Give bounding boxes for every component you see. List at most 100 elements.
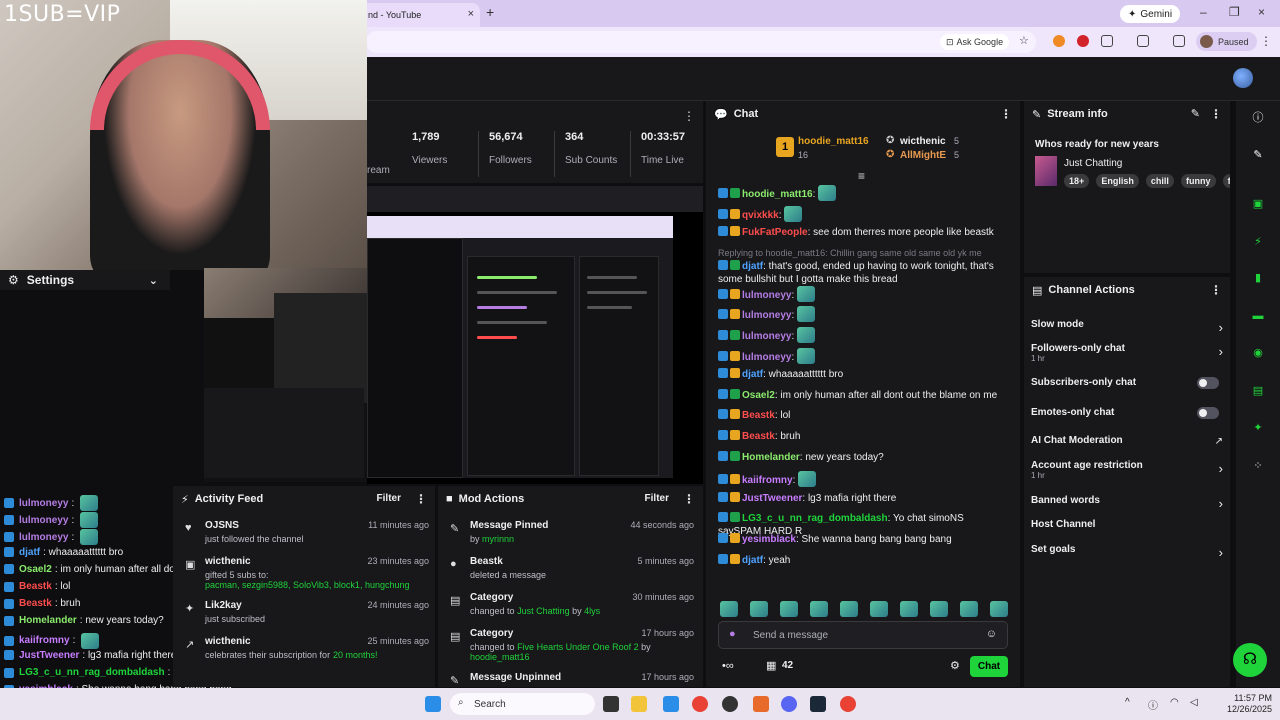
emote-icon[interactable] (750, 601, 768, 617)
close-tab-icon[interactable]: × (468, 8, 474, 20)
app-icon[interactable] (753, 696, 769, 712)
task-view-icon[interactable] (603, 696, 619, 712)
gemini-button[interactable]: ✦ Gemini (1120, 5, 1181, 23)
layout-icon[interactable]: ▤ (1251, 384, 1265, 398)
mod-menu-icon[interactable]: ⋮ (683, 492, 695, 506)
info-tray-icon[interactable]: ⓘ (1148, 697, 1158, 712)
chat-username[interactable]: Beastk (742, 410, 775, 421)
chat-username[interactable]: qvixkkk (742, 210, 779, 221)
chat-username[interactable]: LG3_c_u_nn_rag_dombaldash (742, 513, 888, 524)
emote-icon[interactable] (720, 601, 738, 617)
bookmark-star-icon[interactable]: ☆ (1019, 35, 1031, 47)
chat-username[interactable]: LG3_c_u_nn_rag_dombaldash (19, 667, 165, 678)
category-thumbnail[interactable] (1035, 156, 1057, 186)
help-chat-button[interactable]: ☊ (1233, 643, 1267, 677)
chat-username[interactable]: Osael2 (19, 564, 52, 575)
edit-icon[interactable]: ✎ (1191, 107, 1200, 120)
mod-action-item[interactable]: ✎ Message Unpinned 17 hours ago (448, 672, 694, 687)
collapse-icon[interactable]: ≡ (858, 169, 865, 183)
tag[interactable]: English (1096, 174, 1139, 188)
tag[interactable]: funny (1181, 174, 1216, 188)
mod-action-moderator[interactable]: hoodie_matt16 (470, 652, 530, 662)
channel-action-emotes-only-chat[interactable]: Emotes-only chat (1031, 407, 1223, 419)
channel-action-host-channel[interactable]: Host Channel (1031, 519, 1223, 530)
chat-username[interactable]: lulmoneyy (742, 290, 791, 301)
emote-icon[interactable] (960, 601, 978, 617)
settings-dropdown[interactable]: ⚙ Settings ⌄ (0, 270, 170, 290)
activity-username[interactable]: OJSNS (205, 520, 239, 531)
channel-action-subscribers-only-chat[interactable]: Subscribers-only chat (1031, 377, 1223, 389)
mod-action-item[interactable]: ▤ Category 30 minutes ago changed to Just C… (448, 592, 694, 626)
extension-orange-icon[interactable] (1053, 35, 1065, 47)
chat-username[interactable]: Homelander (742, 452, 800, 463)
chat-username[interactable]: Osael2 (742, 390, 775, 401)
browser-menu-icon[interactable]: ⋮ (1260, 35, 1272, 47)
mod-action-moderator[interactable]: 4lys (584, 606, 600, 616)
chrome-active-icon[interactable] (840, 696, 856, 712)
edit-icon[interactable]: ✎ (1251, 148, 1265, 162)
channel-action-ai-chat-moderation[interactable]: AI Chat Moderation ↗ (1031, 435, 1223, 447)
browser-tab[interactable]: nd - YouTube × (360, 3, 480, 27)
file-explorer-icon[interactable] (631, 696, 647, 712)
chat-username[interactable]: hoodie_matt16 (742, 189, 813, 200)
mod-action-item[interactable]: ● Beastk 5 minutes ago deleted a message (448, 556, 694, 590)
media-control-icon[interactable] (1173, 35, 1185, 47)
chat-menu-icon[interactable]: ⋮ (1000, 107, 1012, 121)
info-icon[interactable]: ⓘ (1251, 111, 1265, 125)
send-message-input[interactable]: ● Send a message ☺ (718, 621, 1008, 649)
tag[interactable]: chill (1145, 174, 1174, 188)
chat-username[interactable]: FukFatPeople (742, 227, 808, 238)
toggle-switch[interactable] (1197, 407, 1219, 419)
mod-action-target[interactable]: Just Chatting (517, 606, 570, 616)
sidebar-icon[interactable] (1137, 35, 1149, 47)
chat-username[interactable]: djatf (19, 547, 40, 558)
emote-icon[interactable] (990, 601, 1008, 617)
activity-item[interactable]: ✦ Lik2kay 24 minutes ago just subscribed (183, 600, 429, 634)
chat-username[interactable]: Beastk (742, 431, 775, 442)
channel-action-set-goals[interactable]: Set goals › (1031, 544, 1223, 560)
chat-username[interactable]: lulmoneyy (19, 515, 68, 526)
leader-first-name[interactable]: hoodie_matt16 (798, 136, 869, 147)
tray-chevron-icon[interactable]: ^ (1125, 697, 1130, 708)
chat-username[interactable]: lulmoneyy (19, 498, 68, 509)
chat-username[interactable]: djatf (742, 555, 763, 566)
microphone-icon[interactable]: ● (729, 628, 736, 640)
toggle-switch[interactable] (1197, 377, 1219, 389)
chat-username[interactable]: djatf (742, 369, 763, 380)
tag[interactable]: 18+ (1064, 174, 1090, 188)
close-window-icon[interactable]: × (1258, 5, 1265, 19)
wrench-icon[interactable]: ✦ (1251, 421, 1265, 435)
taskbar-clock[interactable]: 11:57 PM 12/26/2025 (1222, 693, 1272, 715)
emote-icon[interactable] (900, 601, 918, 617)
channel-action-slow-mode[interactable]: Slow mode › (1031, 319, 1223, 335)
lightning-icon[interactable]: ⚡ (1251, 235, 1265, 249)
tag[interactable]: fun (1222, 174, 1230, 188)
chat-username[interactable]: yesimblack (742, 534, 796, 545)
chat-username[interactable]: kaiifromny (742, 475, 793, 486)
user-avatar[interactable] (1233, 68, 1253, 88)
channel-actions-menu-icon[interactable]: ⋮ (1210, 283, 1222, 297)
channel-action-banned-words[interactable]: Banned words › (1031, 495, 1223, 511)
stream-info-menu-icon[interactable]: ⋮ (1210, 107, 1222, 121)
activity-item[interactable]: ▣ wicthenic 23 minutes ago gifted 5 subs to… (183, 556, 429, 590)
taskbar-search[interactable]: ⌕ Search (450, 693, 595, 715)
extensions-puzzle-icon[interactable] (1101, 35, 1113, 47)
emote-icon[interactable] (870, 601, 888, 617)
mod-action-item[interactable]: ▤ Category 17 hours ago changed to Five Hea… (448, 628, 694, 662)
chat-settings-icon[interactable]: ⚙ (950, 659, 960, 672)
emote-icon[interactable] (930, 601, 948, 617)
chat-username[interactable]: Beastk (19, 581, 52, 592)
category-name[interactable]: Just Chatting (1064, 158, 1122, 169)
chat-username[interactable]: JustTweener (19, 650, 79, 661)
steam-icon[interactable] (810, 696, 826, 712)
profile-paused-button[interactable]: Paused (1196, 32, 1257, 51)
mod-action-item[interactable]: ✎ Message Pinned 44 seconds ago by myrinnn (448, 520, 694, 554)
store-app-icon[interactable] (663, 696, 679, 712)
obs-icon[interactable] (722, 696, 738, 712)
new-tab-icon[interactable]: + (486, 4, 494, 20)
emote-icon[interactable] (810, 601, 828, 617)
chat-username[interactable]: lulmoneyy (742, 331, 791, 342)
extension-red-icon[interactable] (1077, 35, 1089, 47)
channel-action-followers-only-chat[interactable]: Followers-only chat 1 hr › (1031, 343, 1223, 363)
activity-menu-icon[interactable]: ⋮ (415, 492, 427, 506)
